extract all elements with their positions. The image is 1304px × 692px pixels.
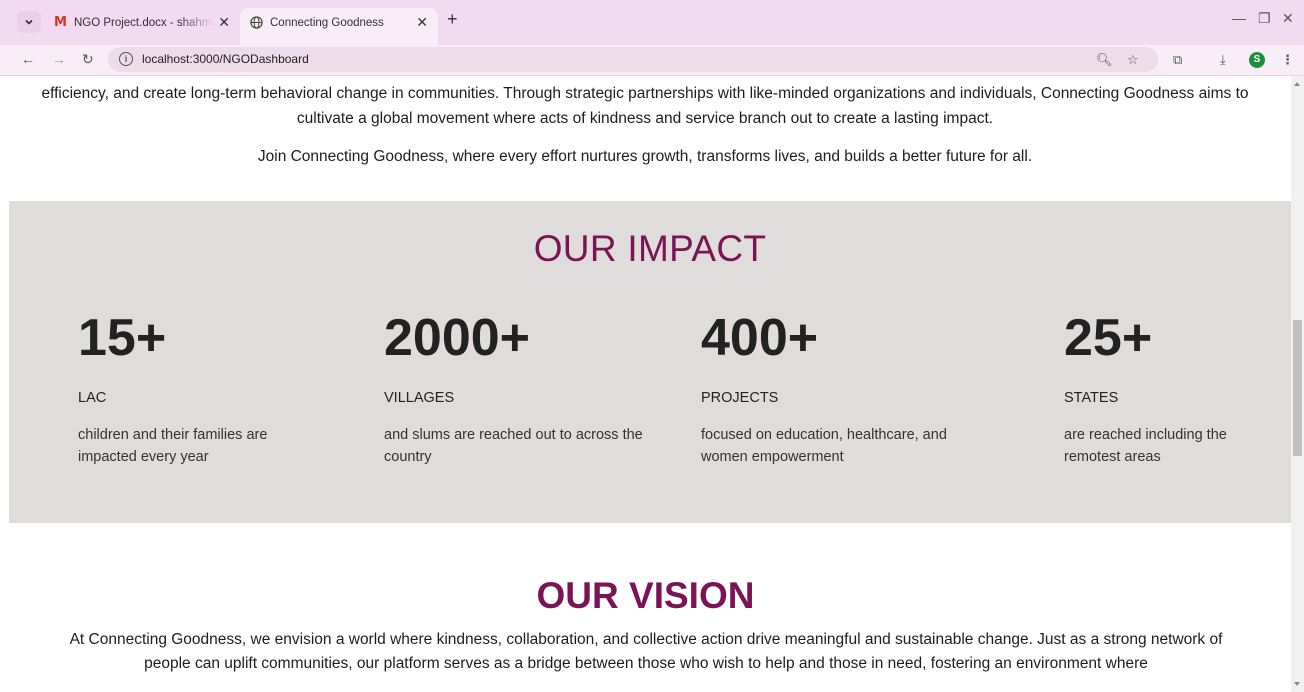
site-info-icon[interactable]: i bbox=[119, 52, 133, 66]
scroll-down-arrow-icon[interactable] bbox=[1294, 682, 1300, 686]
zoom-icon[interactable]: 🔍︎ bbox=[1096, 52, 1113, 68]
stat-number: 2000+ bbox=[384, 309, 531, 367]
stat-description: children and their families are impacted… bbox=[78, 427, 268, 465]
chevron-down-icon bbox=[25, 19, 33, 25]
stat-label: PROJECTS bbox=[701, 390, 779, 406]
reload-icon[interactable]: ↻ bbox=[82, 51, 94, 68]
tab-search-button[interactable] bbox=[17, 11, 41, 33]
stat-description: and slums are reached out to across the … bbox=[384, 427, 643, 465]
close-window-icon[interactable]: ✕ bbox=[1282, 10, 1294, 27]
gmail-icon: M bbox=[54, 15, 67, 30]
stat-label: LAC bbox=[78, 390, 107, 406]
restore-icon[interactable]: ❐ bbox=[1258, 10, 1271, 27]
page-viewport: efficiency, and create long-term behavio… bbox=[0, 76, 1291, 692]
url-text[interactable]: localhost:3000/NGODashboard bbox=[142, 52, 309, 66]
page-scrollbar[interactable] bbox=[1291, 76, 1304, 692]
impact-title: OUR IMPACT bbox=[533, 228, 767, 269]
bookmark-star-icon[interactable]: ☆ bbox=[1127, 52, 1139, 68]
browser-tab-bar: M NGO Project.docx - shahmiloni ✕ Connec… bbox=[0, 0, 1304, 45]
stat-card: 400+ PROJECTS focused on education, heal… bbox=[701, 308, 971, 468]
vision-paragraph: At Connecting Goodness, we envision a wo… bbox=[69, 631, 1223, 672]
new-tab-button[interactable]: + bbox=[447, 9, 458, 30]
profile-avatar[interactable]: S bbox=[1249, 52, 1265, 68]
stat-card: 15+ LAC children and their families are … bbox=[78, 308, 348, 468]
menu-dots-icon[interactable]: ⋮ bbox=[1281, 52, 1294, 68]
address-bar[interactable]: i localhost:3000/NGODashboard 🔍︎ ☆ bbox=[108, 47, 1158, 72]
stat-card: 2000+ VILLAGES and slums are reached out… bbox=[384, 308, 654, 468]
impact-section: OUR IMPACT 15+ LAC children and their fa… bbox=[9, 201, 1291, 523]
scroll-up-arrow-icon[interactable] bbox=[1294, 82, 1300, 86]
stat-label: STATES bbox=[1064, 390, 1119, 406]
stat-description: are reached including the remotest areas bbox=[1064, 427, 1227, 465]
vision-title: OUR VISION bbox=[536, 575, 755, 616]
tab-connecting-goodness[interactable]: Connecting Goodness ✕ bbox=[240, 8, 438, 45]
close-tab-icon[interactable]: ✕ bbox=[218, 14, 230, 31]
minimize-icon[interactable]: — bbox=[1232, 10, 1246, 26]
extensions-icon[interactable]: ⧉ bbox=[1173, 52, 1182, 68]
back-arrow-icon[interactable]: ← bbox=[21, 51, 35, 67]
tab-ngo-project-doc[interactable]: M NGO Project.docx - shahmiloni ✕ bbox=[44, 8, 240, 37]
stat-number: 25+ bbox=[1064, 309, 1153, 367]
stat-number: 400+ bbox=[701, 309, 819, 367]
tab-title: Connecting Goodness bbox=[270, 16, 384, 29]
stat-number: 15+ bbox=[78, 309, 167, 367]
tab-title: NGO Project.docx - shahmiloni bbox=[73, 16, 214, 29]
intro-paragraph: efficiency, and create long-term behavio… bbox=[41, 85, 1249, 127]
stat-label: VILLAGES bbox=[384, 390, 455, 406]
download-icon[interactable]: ⤓ bbox=[1220, 52, 1226, 68]
globe-icon bbox=[250, 16, 263, 29]
stat-description: focused on education, healthcare, and wo… bbox=[701, 427, 947, 465]
browser-toolbar: ← → ↻ i localhost:3000/NGODashboard 🔍︎ ☆… bbox=[0, 45, 1304, 76]
forward-arrow-icon[interactable]: → bbox=[52, 51, 66, 67]
stat-card: 25+ STATES are reached including the rem… bbox=[1064, 308, 1291, 468]
scrollbar-thumb[interactable] bbox=[1293, 320, 1302, 456]
join-paragraph: Join Connecting Goodness, where every ef… bbox=[257, 148, 1033, 165]
close-tab-icon[interactable]: ✕ bbox=[416, 14, 428, 31]
